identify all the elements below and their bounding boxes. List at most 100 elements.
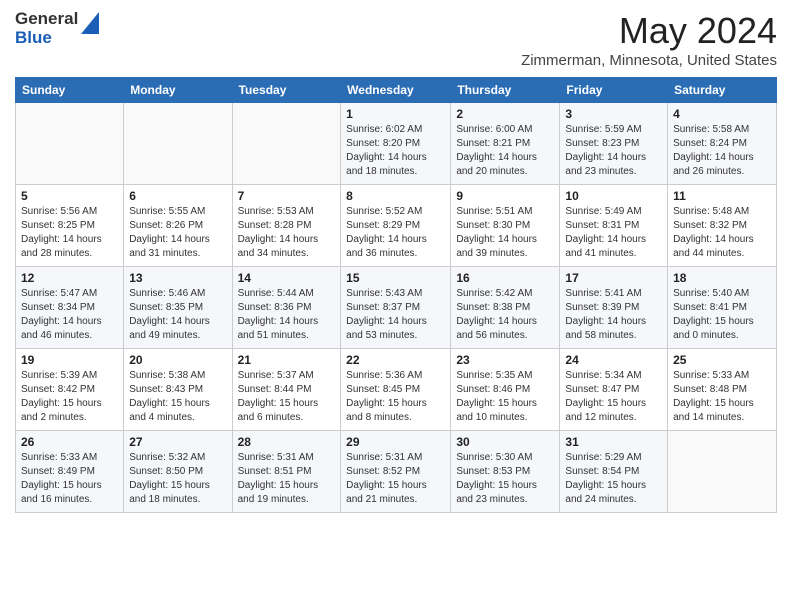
calendar-cell	[16, 103, 124, 185]
day-info: Sunrise: 5:33 AM Sunset: 8:48 PM Dayligh…	[673, 369, 771, 425]
day-number: 2	[456, 107, 554, 121]
day-number: 12	[21, 271, 118, 285]
col-wednesday: Wednesday	[341, 78, 451, 103]
day-number: 10	[565, 189, 662, 203]
day-info: Sunrise: 5:40 AM Sunset: 8:41 PM Dayligh…	[673, 287, 771, 343]
day-info: Sunrise: 5:33 AM Sunset: 8:49 PM Dayligh…	[21, 451, 118, 507]
day-number: 29	[346, 435, 445, 449]
day-number: 1	[346, 107, 445, 121]
day-number: 26	[21, 435, 118, 449]
day-number: 28	[238, 435, 336, 449]
calendar-cell: 23Sunrise: 5:35 AM Sunset: 8:46 PM Dayli…	[451, 349, 560, 431]
day-number: 9	[456, 189, 554, 203]
calendar-cell: 3 Sunrise: 5:59 AM Sunset: 8:23 PM Daylig…	[560, 103, 668, 185]
col-monday: Monday	[124, 78, 232, 103]
day-info: Sunrise: 5:49 AM Sunset: 8:31 PM Dayligh…	[565, 205, 662, 261]
calendar-cell: 8Sunrise: 5:52 AM Sunset: 8:29 PM Daylig…	[341, 185, 451, 267]
day-number: 25	[673, 353, 771, 367]
day-info: Sunrise: 5:46 AM Sunset: 8:35 PM Dayligh…	[129, 287, 226, 343]
day-info: Sunrise: 5:47 AM Sunset: 8:34 PM Dayligh…	[21, 287, 118, 343]
day-number: 7	[238, 189, 336, 203]
calendar-cell: 25 Sunrise: 5:33 AM Sunset: 8:48 PM Dayli…	[668, 349, 777, 431]
day-number: 3	[565, 107, 662, 121]
day-number: 21	[238, 353, 336, 367]
calendar-table: Sunday Monday Tuesday Wednesday Thursday…	[15, 77, 777, 513]
day-info: Sunrise: 5:30 AM Sunset: 8:53 PM Dayligh…	[456, 451, 554, 507]
day-info: Sunrise: 5:44 AM Sunset: 8:36 PM Dayligh…	[238, 287, 336, 343]
title-block: May 2024 Zimmerman, Minnesota, United St…	[521, 10, 777, 69]
day-info: Sunrise: 5:59 AM Sunset: 8:23 PM Dayligh…	[565, 123, 662, 179]
day-info: Sunrise: 5:38 AM Sunset: 8:43 PM Dayligh…	[129, 369, 226, 425]
day-info: Sunrise: 5:39 AM Sunset: 8:42 PM Dayligh…	[21, 369, 118, 425]
calendar-week-row: 12 Sunrise: 5:47 AM Sunset: 8:34 PM Dayli…	[16, 267, 777, 349]
day-number: 31	[565, 435, 662, 449]
day-number: 16	[456, 271, 554, 285]
day-number: 18	[673, 271, 771, 285]
logo: General Blue	[15, 10, 99, 47]
calendar-cell: 4Sunrise: 5:58 AM Sunset: 8:24 PM Daylig…	[668, 103, 777, 185]
day-number: 8	[346, 189, 445, 203]
calendar-cell: 19 Sunrise: 5:39 AM Sunset: 8:42 PM Dayli…	[16, 349, 124, 431]
calendar-cell: 6Sunrise: 5:55 AM Sunset: 8:26 PM Daylig…	[124, 185, 232, 267]
calendar-cell: 28 Sunrise: 5:31 AM Sunset: 8:51 PM Dayli…	[232, 431, 341, 513]
logo-text-block: General Blue	[15, 10, 78, 47]
calendar-cell: 27Sunrise: 5:32 AM Sunset: 8:50 PM Dayli…	[124, 431, 232, 513]
day-number: 15	[346, 271, 445, 285]
day-number: 14	[238, 271, 336, 285]
calendar-week-row: 26 Sunrise: 5:33 AM Sunset: 8:49 PM Dayli…	[16, 431, 777, 513]
calendar-cell: 13Sunrise: 5:46 AM Sunset: 8:35 PM Dayli…	[124, 267, 232, 349]
calendar-cell: 11 Sunrise: 5:48 AM Sunset: 8:32 PM Dayli…	[668, 185, 777, 267]
logo-triangle-icon	[81, 12, 99, 34]
day-info: Sunrise: 5:43 AM Sunset: 8:37 PM Dayligh…	[346, 287, 445, 343]
day-number: 24	[565, 353, 662, 367]
day-info: Sunrise: 5:37 AM Sunset: 8:44 PM Dayligh…	[238, 369, 336, 425]
day-info: Sunrise: 6:02 AM Sunset: 8:20 PM Dayligh…	[346, 123, 445, 179]
calendar-week-row: 5Sunrise: 5:56 AM Sunset: 8:25 PM Daylig…	[16, 185, 777, 267]
day-number: 19	[21, 353, 118, 367]
calendar-week-row: 19 Sunrise: 5:39 AM Sunset: 8:42 PM Dayli…	[16, 349, 777, 431]
calendar-cell	[232, 103, 341, 185]
day-info: Sunrise: 5:31 AM Sunset: 8:52 PM Dayligh…	[346, 451, 445, 507]
calendar-cell: 10 Sunrise: 5:49 AM Sunset: 8:31 PM Dayli…	[560, 185, 668, 267]
calendar-cell: 22 Sunrise: 5:36 AM Sunset: 8:45 PM Dayli…	[341, 349, 451, 431]
day-info: Sunrise: 6:00 AM Sunset: 8:21 PM Dayligh…	[456, 123, 554, 179]
day-number: 22	[346, 353, 445, 367]
page: General Blue May 2024 Zimmerman, Minneso…	[0, 0, 792, 612]
day-info: Sunrise: 5:36 AM Sunset: 8:45 PM Dayligh…	[346, 369, 445, 425]
calendar-cell	[668, 431, 777, 513]
calendar-cell: 1 Sunrise: 6:02 AM Sunset: 8:20 PM Daylig…	[341, 103, 451, 185]
logo-block: General Blue	[15, 10, 99, 47]
calendar-cell: 12 Sunrise: 5:47 AM Sunset: 8:34 PM Dayli…	[16, 267, 124, 349]
col-tuesday: Tuesday	[232, 78, 341, 103]
calendar-cell: 24 Sunrise: 5:34 AM Sunset: 8:47 PM Dayli…	[560, 349, 668, 431]
day-info: Sunrise: 5:41 AM Sunset: 8:39 PM Dayligh…	[565, 287, 662, 343]
day-info: Sunrise: 5:34 AM Sunset: 8:47 PM Dayligh…	[565, 369, 662, 425]
day-number: 11	[673, 189, 771, 203]
calendar-cell: 18 Sunrise: 5:40 AM Sunset: 8:41 PM Dayli…	[668, 267, 777, 349]
logo-blue: Blue	[15, 29, 78, 48]
location: Zimmerman, Minnesota, United States	[521, 52, 777, 69]
col-friday: Friday	[560, 78, 668, 103]
calendar-cell: 17Sunrise: 5:41 AM Sunset: 8:39 PM Dayli…	[560, 267, 668, 349]
col-saturday: Saturday	[668, 78, 777, 103]
logo-general: General	[15, 10, 78, 29]
day-info: Sunrise: 5:48 AM Sunset: 8:32 PM Dayligh…	[673, 205, 771, 261]
calendar-cell: 26 Sunrise: 5:33 AM Sunset: 8:49 PM Dayli…	[16, 431, 124, 513]
day-info: Sunrise: 5:58 AM Sunset: 8:24 PM Dayligh…	[673, 123, 771, 179]
calendar-week-row: 1 Sunrise: 6:02 AM Sunset: 8:20 PM Daylig…	[16, 103, 777, 185]
day-number: 23	[456, 353, 554, 367]
calendar-cell: 14 Sunrise: 5:44 AM Sunset: 8:36 PM Dayli…	[232, 267, 341, 349]
calendar-cell: 2 Sunrise: 6:00 AM Sunset: 8:21 PM Daylig…	[451, 103, 560, 185]
calendar-cell: 5Sunrise: 5:56 AM Sunset: 8:25 PM Daylig…	[16, 185, 124, 267]
day-info: Sunrise: 5:29 AM Sunset: 8:54 PM Dayligh…	[565, 451, 662, 507]
day-info: Sunrise: 5:31 AM Sunset: 8:51 PM Dayligh…	[238, 451, 336, 507]
day-number: 5	[21, 189, 118, 203]
day-number: 30	[456, 435, 554, 449]
day-info: Sunrise: 5:51 AM Sunset: 8:30 PM Dayligh…	[456, 205, 554, 261]
calendar-cell: 16Sunrise: 5:42 AM Sunset: 8:38 PM Dayli…	[451, 267, 560, 349]
header: General Blue May 2024 Zimmerman, Minneso…	[15, 10, 777, 69]
calendar-cell: 30 Sunrise: 5:30 AM Sunset: 8:53 PM Dayli…	[451, 431, 560, 513]
day-number: 6	[129, 189, 226, 203]
calendar-cell: 15 Sunrise: 5:43 AM Sunset: 8:37 PM Dayli…	[341, 267, 451, 349]
day-number: 20	[129, 353, 226, 367]
